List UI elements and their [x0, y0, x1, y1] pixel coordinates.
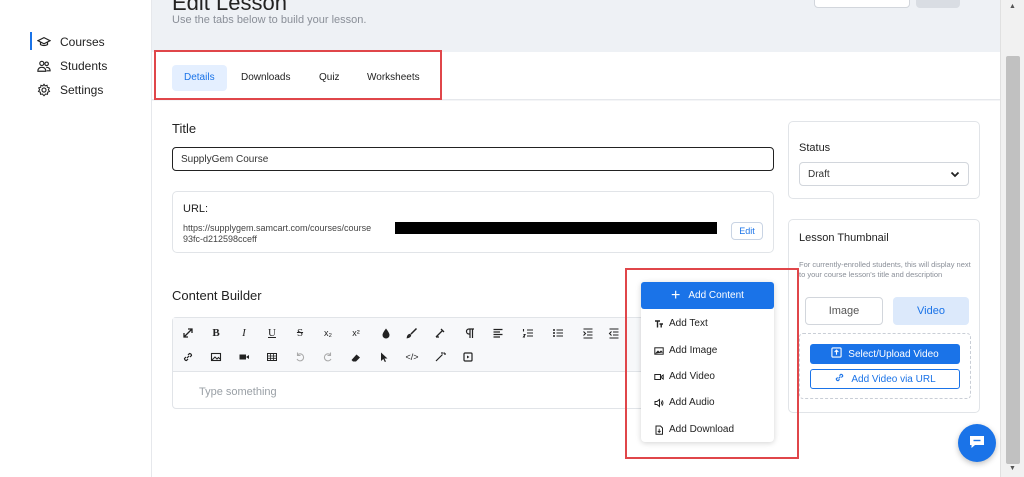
select-upload-video-button[interactable]: Select/Upload Video: [810, 344, 960, 364]
scrollbar[interactable]: ▲ ▼: [1000, 0, 1024, 477]
thumbnail-panel: Lesson Thumbnail For currently-enrolled …: [788, 219, 980, 413]
chevron-down-icon: [948, 167, 962, 181]
chat-launcher-button[interactable]: [958, 424, 996, 462]
gear-icon: [36, 82, 52, 98]
highlight-icon[interactable]: [429, 324, 451, 342]
content-area: Title URL: https://supplygem.samcart.com…: [152, 101, 1000, 477]
annotation-box-tabs: [154, 50, 442, 100]
scroll-up-arrow-icon[interactable]: ▲: [1009, 3, 1016, 10]
italic-icon[interactable]: I: [233, 324, 255, 342]
url-panel: URL: https://supplygem.samcart.com/cours…: [172, 191, 774, 253]
strikethrough-icon[interactable]: S: [289, 324, 311, 342]
graduation-cap-icon: [36, 34, 52, 50]
outdent-icon[interactable]: [603, 324, 625, 342]
annotation-box-add-content: [625, 268, 799, 459]
scrollbar-thumb[interactable]: [1006, 56, 1020, 464]
video-icon[interactable]: [233, 348, 255, 366]
undo-icon[interactable]: [289, 348, 311, 366]
header-secondary-button[interactable]: [814, 0, 910, 8]
expand-icon[interactable]: [177, 324, 199, 342]
editor-placeholder[interactable]: Type something: [199, 386, 277, 398]
sidebar-item-courses[interactable]: Courses: [36, 34, 105, 50]
redo-icon[interactable]: [317, 348, 339, 366]
status-value: Draft: [808, 169, 830, 180]
code-icon[interactable]: </>: [401, 348, 423, 366]
thumbnail-tab-video[interactable]: Video: [893, 297, 969, 325]
thumbnail-tab-image[interactable]: Image: [805, 297, 883, 325]
users-icon: [36, 58, 52, 74]
page-subtitle: Use the tabs below to build your lesson.: [172, 14, 367, 26]
brush-icon[interactable]: [401, 324, 423, 342]
status-panel: Status Draft: [788, 121, 980, 199]
upload-icon: [831, 347, 842, 361]
add-video-url-label: Add Video via URL: [851, 373, 936, 385]
subscript-icon[interactable]: x₂: [317, 324, 339, 342]
sidebar-item-settings[interactable]: Settings: [36, 82, 103, 98]
page-header: Edit Lesson Use the tabs below to build …: [152, 0, 1000, 52]
active-indicator: [30, 32, 32, 50]
sidebar-item-students[interactable]: Students: [36, 58, 107, 74]
upload-dropzone[interactable]: Select/Upload Video Add Video via URL: [799, 333, 971, 399]
url-label: URL:: [183, 203, 209, 215]
superscript-icon[interactable]: x²: [345, 324, 367, 342]
sidebar-item-label: Courses: [60, 35, 105, 49]
image-icon[interactable]: [205, 348, 227, 366]
align-icon[interactable]: [487, 324, 509, 342]
select-upload-video-label: Select/Upload Video: [848, 348, 939, 360]
header-primary-button[interactable]: [916, 0, 960, 8]
redaction-bar: [395, 222, 717, 234]
magic-icon[interactable]: [429, 348, 451, 366]
embed-icon[interactable]: [457, 348, 479, 366]
chat-bubble-icon: [968, 433, 986, 454]
thumbnail-label: Lesson Thumbnail: [799, 232, 889, 244]
color-drop-icon[interactable]: [375, 324, 397, 342]
url-text-continued: 93fc-d212598cceff: [183, 234, 257, 244]
eraser-icon[interactable]: [345, 348, 367, 366]
underline-icon[interactable]: U: [261, 324, 283, 342]
status-select[interactable]: Draft: [799, 162, 969, 186]
table-icon[interactable]: [261, 348, 283, 366]
sidebar-item-label: Settings: [60, 83, 104, 97]
ordered-list-icon[interactable]: [517, 324, 539, 342]
status-label: Status: [799, 142, 831, 154]
unordered-list-icon[interactable]: [547, 324, 569, 342]
thumbnail-description: For currently-enrolled students, this wi…: [799, 260, 971, 279]
url-text: https://supplygem.samcart.com/courses/co…: [183, 223, 372, 233]
scroll-down-arrow-icon[interactable]: ▼: [1009, 465, 1016, 472]
bold-icon[interactable]: B: [205, 324, 227, 342]
cursor-icon[interactable]: [373, 348, 395, 366]
paragraph-icon[interactable]: [459, 324, 481, 342]
url-edit-button[interactable]: Edit: [731, 222, 763, 240]
sidebar-item-label: Students: [60, 59, 108, 73]
content-builder-label: Content Builder: [172, 288, 262, 303]
indent-icon[interactable]: [577, 324, 599, 342]
add-video-url-button[interactable]: Add Video via URL: [810, 369, 960, 389]
title-label: Title: [172, 121, 197, 136]
sidebar: Courses Students Settings: [0, 0, 152, 477]
link-icon: [834, 372, 845, 386]
title-input[interactable]: [172, 147, 774, 171]
link-icon[interactable]: [177, 348, 199, 366]
